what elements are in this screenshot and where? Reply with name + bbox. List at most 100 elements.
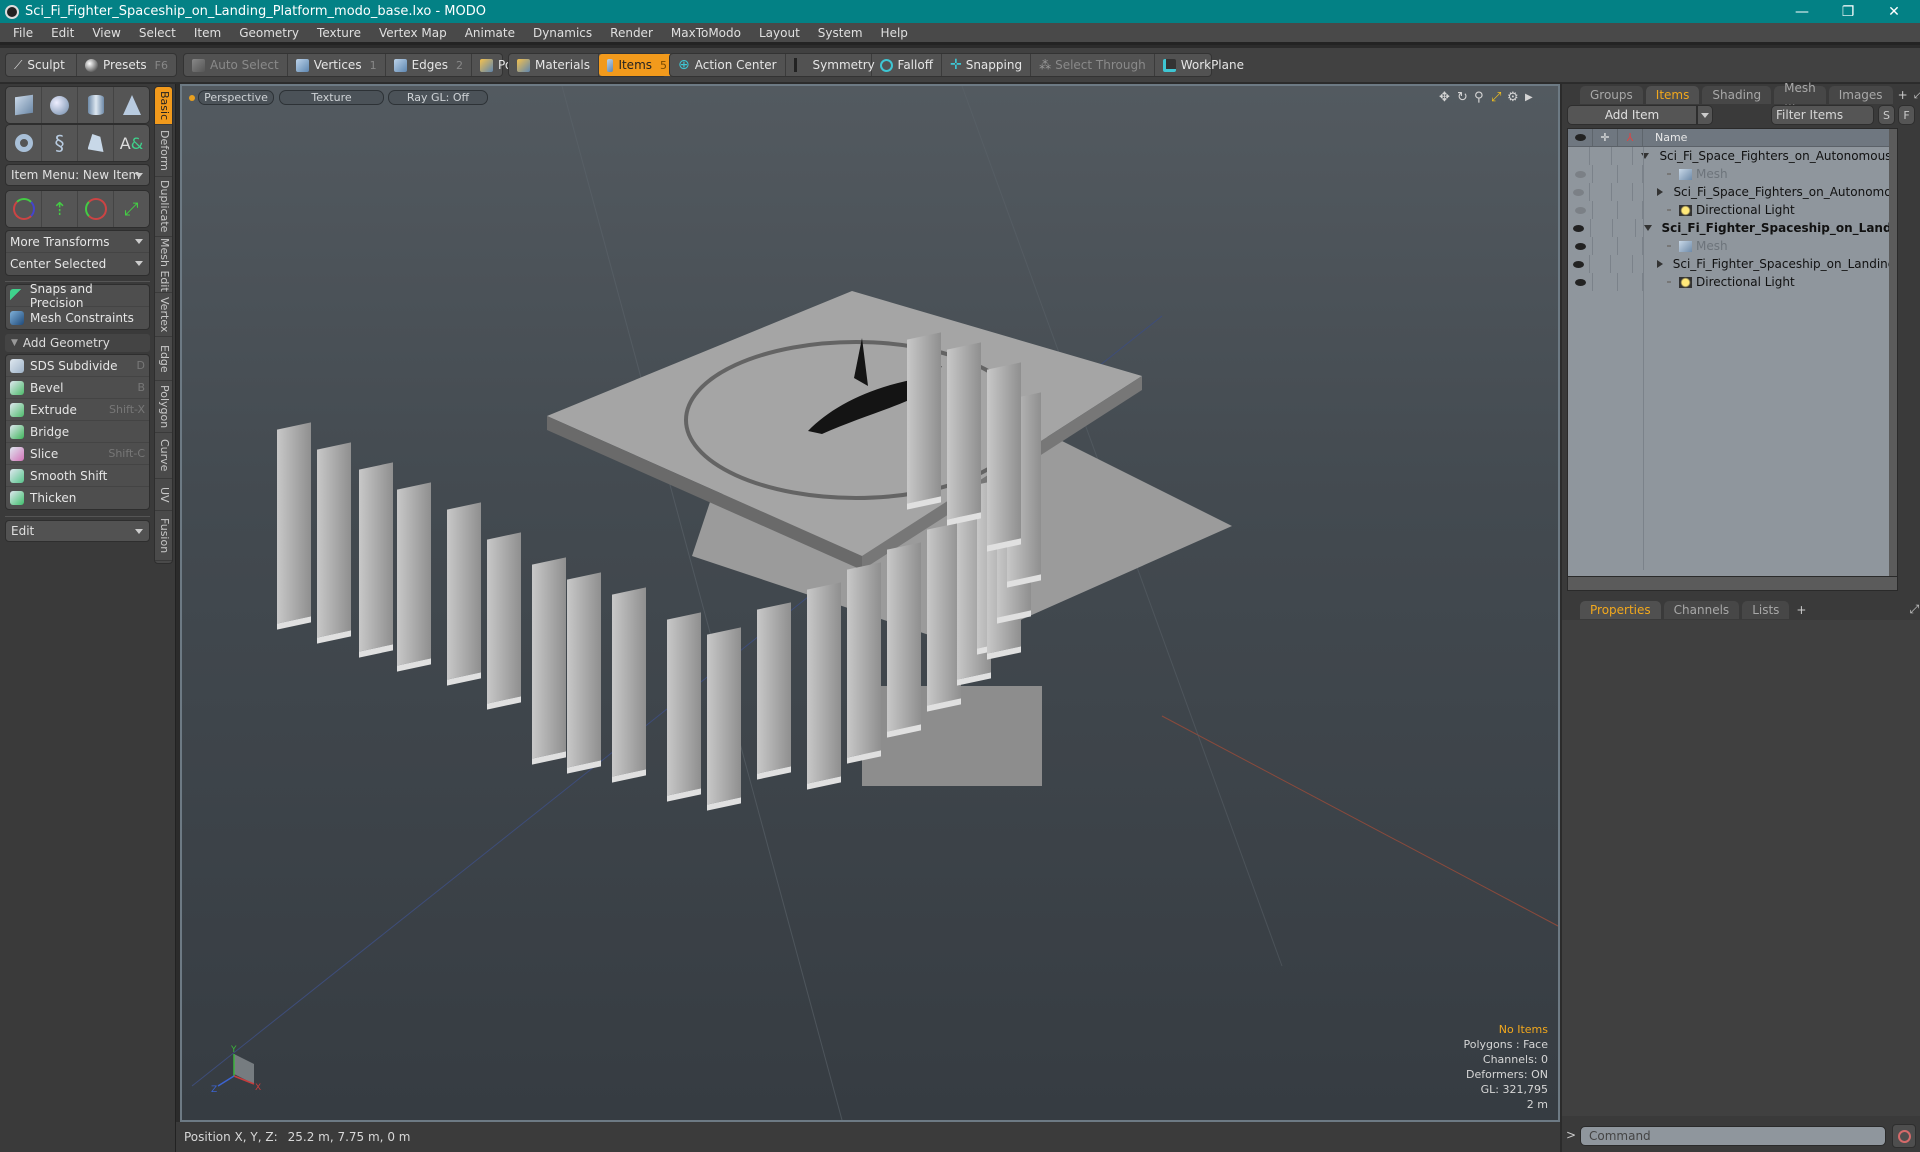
tab-properties[interactable]: Properties (1580, 601, 1661, 619)
vtab-duplicate[interactable]: Duplicate (155, 177, 172, 237)
axis-toggle[interactable] (1618, 273, 1643, 291)
visibility-toggle[interactable] (1568, 183, 1590, 201)
torus-primitive-button[interactable] (6, 125, 42, 161)
scale-button[interactable]: ⤢ (114, 191, 149, 227)
menu-edit[interactable]: Edit (42, 26, 83, 40)
lock-toggle[interactable] (1591, 219, 1613, 237)
restore-button[interactable]: ❐ (1826, 0, 1870, 23)
lock-toggle[interactable] (1590, 183, 1612, 201)
symmetry-button[interactable]: Symmetry (786, 54, 875, 76)
expand-right-icon[interactable] (1656, 260, 1663, 268)
filter-s-button[interactable]: S (1878, 105, 1895, 125)
horizontal-scrollbar[interactable] (1568, 576, 1897, 590)
axis-toggle[interactable] (1612, 183, 1634, 201)
sculpt-button[interactable]: ⟋ Sculpt (6, 54, 77, 76)
axis-toggle[interactable] (1611, 255, 1633, 273)
snapping-button[interactable]: ✛ Snapping (942, 54, 1032, 76)
menu-select[interactable]: Select (130, 26, 185, 40)
command-input[interactable]: Command (1580, 1126, 1886, 1146)
tool-bevel-button[interactable]: Bevel B (6, 377, 149, 399)
tool-sds-subdivide-button[interactable]: SDS Subdivide D (6, 355, 149, 377)
expand-down-icon[interactable] (1643, 225, 1652, 231)
spiral-primitive-button[interactable]: § (42, 125, 78, 161)
name-column-header[interactable]: Name (1643, 131, 1687, 144)
vtab-curve[interactable]: Curve (155, 433, 172, 479)
axis-toggle[interactable] (1618, 165, 1643, 183)
item-menu-dropdown[interactable]: Item Menu: New Item (5, 164, 150, 186)
vtab-vertex[interactable]: Vertex (155, 293, 172, 337)
visibility-toggle[interactable] (1568, 219, 1591, 237)
rotate-button[interactable] (78, 191, 114, 227)
visibility-column-icon[interactable] (1568, 129, 1593, 146)
filter-items-input[interactable]: Filter Items (1771, 105, 1874, 125)
vtab-basic[interactable]: Basic (155, 87, 172, 125)
tree-item-group[interactable]: Sci_Fi_Space_Fighters_on_Autonomous ... (1568, 183, 1897, 201)
3d-viewport[interactable]: Perspective Texture Ray GL: Off ✥ ↻ ⚲ ⤢ … (180, 84, 1560, 1122)
vertical-scrollbar[interactable] (1889, 129, 1897, 576)
axis-column-icon[interactable]: ⅄ (1618, 129, 1643, 146)
more-transforms-dropdown[interactable]: More Transforms (6, 231, 149, 253)
visibility-toggle[interactable] (1568, 201, 1593, 219)
tab-shading[interactable]: Shading (1702, 86, 1772, 104)
cone-primitive-button[interactable] (114, 87, 149, 123)
lock-toggle[interactable] (1593, 237, 1618, 255)
tree-item-light[interactable]: Directional Light (1568, 273, 1897, 291)
vtab-polygon[interactable]: Polygon (155, 381, 172, 433)
vtab-deform[interactable]: Deform (155, 125, 172, 177)
menu-system[interactable]: System (809, 26, 872, 40)
transform-button[interactable] (6, 191, 42, 227)
menu-item[interactable]: Item (185, 26, 230, 40)
menu-help[interactable]: Help (872, 26, 917, 40)
lock-toggle[interactable] (1590, 147, 1612, 165)
visibility-toggle[interactable] (1568, 255, 1590, 273)
visibility-toggle[interactable] (1568, 147, 1590, 165)
tree-item-group[interactable]: Sci_Fi_Fighter_Spaceship_on_Landing_P ..… (1568, 255, 1897, 273)
lock-toggle[interactable] (1593, 201, 1618, 219)
maximize-icon[interactable]: ⤢ (1909, 602, 1919, 617)
menu-vertex-map[interactable]: Vertex Map (370, 26, 456, 40)
add-item-button[interactable]: Add Item (1567, 105, 1697, 125)
visibility-toggle[interactable] (1568, 237, 1593, 255)
pen-tool-button[interactable] (78, 125, 114, 161)
expand-right-icon[interactable] (1657, 188, 1664, 196)
text-primitive-button[interactable]: A& (114, 125, 149, 161)
materials-button[interactable]: Materials (509, 54, 600, 76)
tool-thicken-button[interactable]: Thicken (6, 487, 149, 509)
menu-texture[interactable]: Texture (308, 26, 370, 40)
vtab-mesh-edit[interactable]: Mesh Edit (155, 237, 172, 293)
tree-item-scene[interactable]: Sci_Fi_Space_Fighters_on_Autonomous_Pl .… (1568, 147, 1897, 165)
close-button[interactable]: ✕ (1872, 0, 1916, 23)
presets-button[interactable]: Presets F6 (77, 54, 176, 76)
menu-animate[interactable]: Animate (456, 26, 524, 40)
mesh-constraints-button[interactable]: Mesh Constraints (6, 307, 149, 329)
add-tab-icon[interactable]: + (1796, 603, 1806, 617)
visibility-toggle[interactable] (1568, 273, 1593, 291)
axis-toggle[interactable] (1613, 219, 1636, 237)
menu-file[interactable]: File (4, 26, 42, 40)
tab-channels[interactable]: Channels (1663, 601, 1740, 619)
tab-items[interactable]: Items (1645, 86, 1700, 104)
lock-toggle[interactable] (1593, 273, 1618, 291)
lock-toggle[interactable] (1593, 165, 1618, 183)
vtab-fusion[interactable]: Fusion (155, 511, 172, 561)
tool-smooth-shift-button[interactable]: Smooth Shift (6, 465, 149, 487)
select-through-button[interactable]: ⁂ Select Through (1031, 54, 1155, 76)
edges-button[interactable]: Edges 2 (386, 54, 473, 76)
maximize-icon[interactable]: ⤢ (1914, 87, 1920, 102)
action-center-button[interactable]: ⊕ Action Center (670, 54, 786, 76)
tool-slice-button[interactable]: Slice Shift-C (6, 443, 149, 465)
snaps-precision-button[interactable]: Snaps and Precision (6, 282, 149, 310)
edit-dropdown[interactable]: Edit (5, 520, 150, 542)
axis-toggle[interactable] (1612, 147, 1634, 165)
falloff-button[interactable]: Falloff (872, 54, 942, 76)
vtab-edge[interactable]: Edge (155, 337, 172, 381)
menu-maxtomodo[interactable]: MaxToModo (662, 26, 750, 40)
tab-images[interactable]: Images (1828, 86, 1893, 104)
tree-item-mesh[interactable]: Mesh (1568, 165, 1897, 183)
add-item-dropdown[interactable] (1697, 105, 1713, 125)
vertices-button[interactable]: Vertices 1 (288, 54, 386, 76)
tree-item-mesh[interactable]: Mesh (1568, 237, 1897, 255)
tab-lists[interactable]: Lists (1742, 601, 1790, 619)
move-button[interactable]: ⇡ (42, 191, 78, 227)
items-button[interactable]: Items 5 (599, 54, 676, 76)
